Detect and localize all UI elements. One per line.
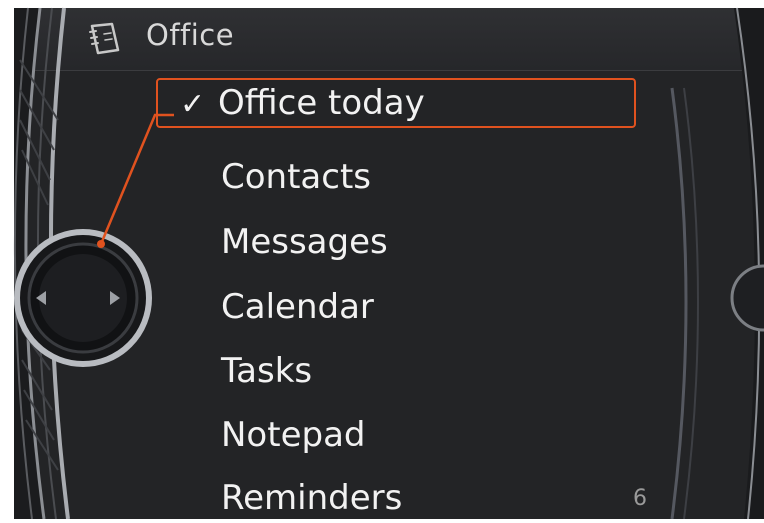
menu-item-tasks[interactable]: Tasks	[221, 346, 641, 396]
checkmark-icon: ✓	[180, 87, 206, 122]
menu-item-label: Notepad	[221, 415, 366, 455]
menu-item-notepad[interactable]: Notepad	[221, 410, 641, 460]
menu-item-office-today[interactable]: ✓ Office today	[156, 78, 636, 128]
menu-item-label: Office today	[218, 83, 425, 123]
menu-item-label: Calendar	[221, 287, 374, 327]
menu-item-label: Tasks	[221, 351, 313, 391]
page-number: 6	[633, 486, 647, 511]
menu-item-label: Contacts	[221, 157, 371, 197]
menu-item-reminders[interactable]: Reminders	[221, 473, 641, 523]
menu-item-label: Messages	[221, 222, 388, 262]
menu-item-messages[interactable]: Messages	[221, 217, 641, 267]
menu-item-label: Reminders	[221, 478, 403, 518]
menu-item-contacts[interactable]: Contacts	[221, 152, 641, 202]
menu-item-calendar[interactable]: Calendar	[221, 282, 641, 332]
